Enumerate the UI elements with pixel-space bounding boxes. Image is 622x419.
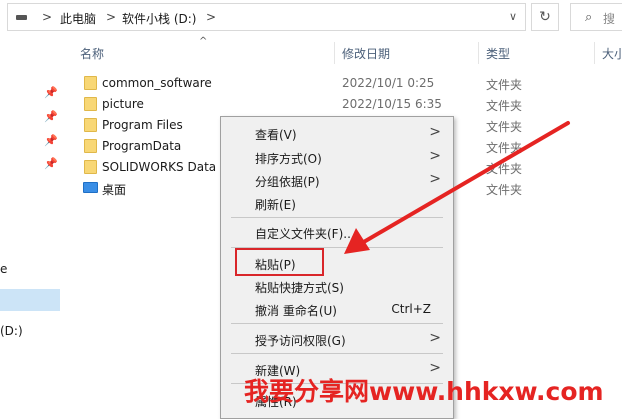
annotation-arrow-icon: [344, 121, 570, 254]
watermark-text: 我要分享网www.hhkxw.com: [244, 377, 604, 406]
arrow-shaft: [360, 121, 570, 245]
